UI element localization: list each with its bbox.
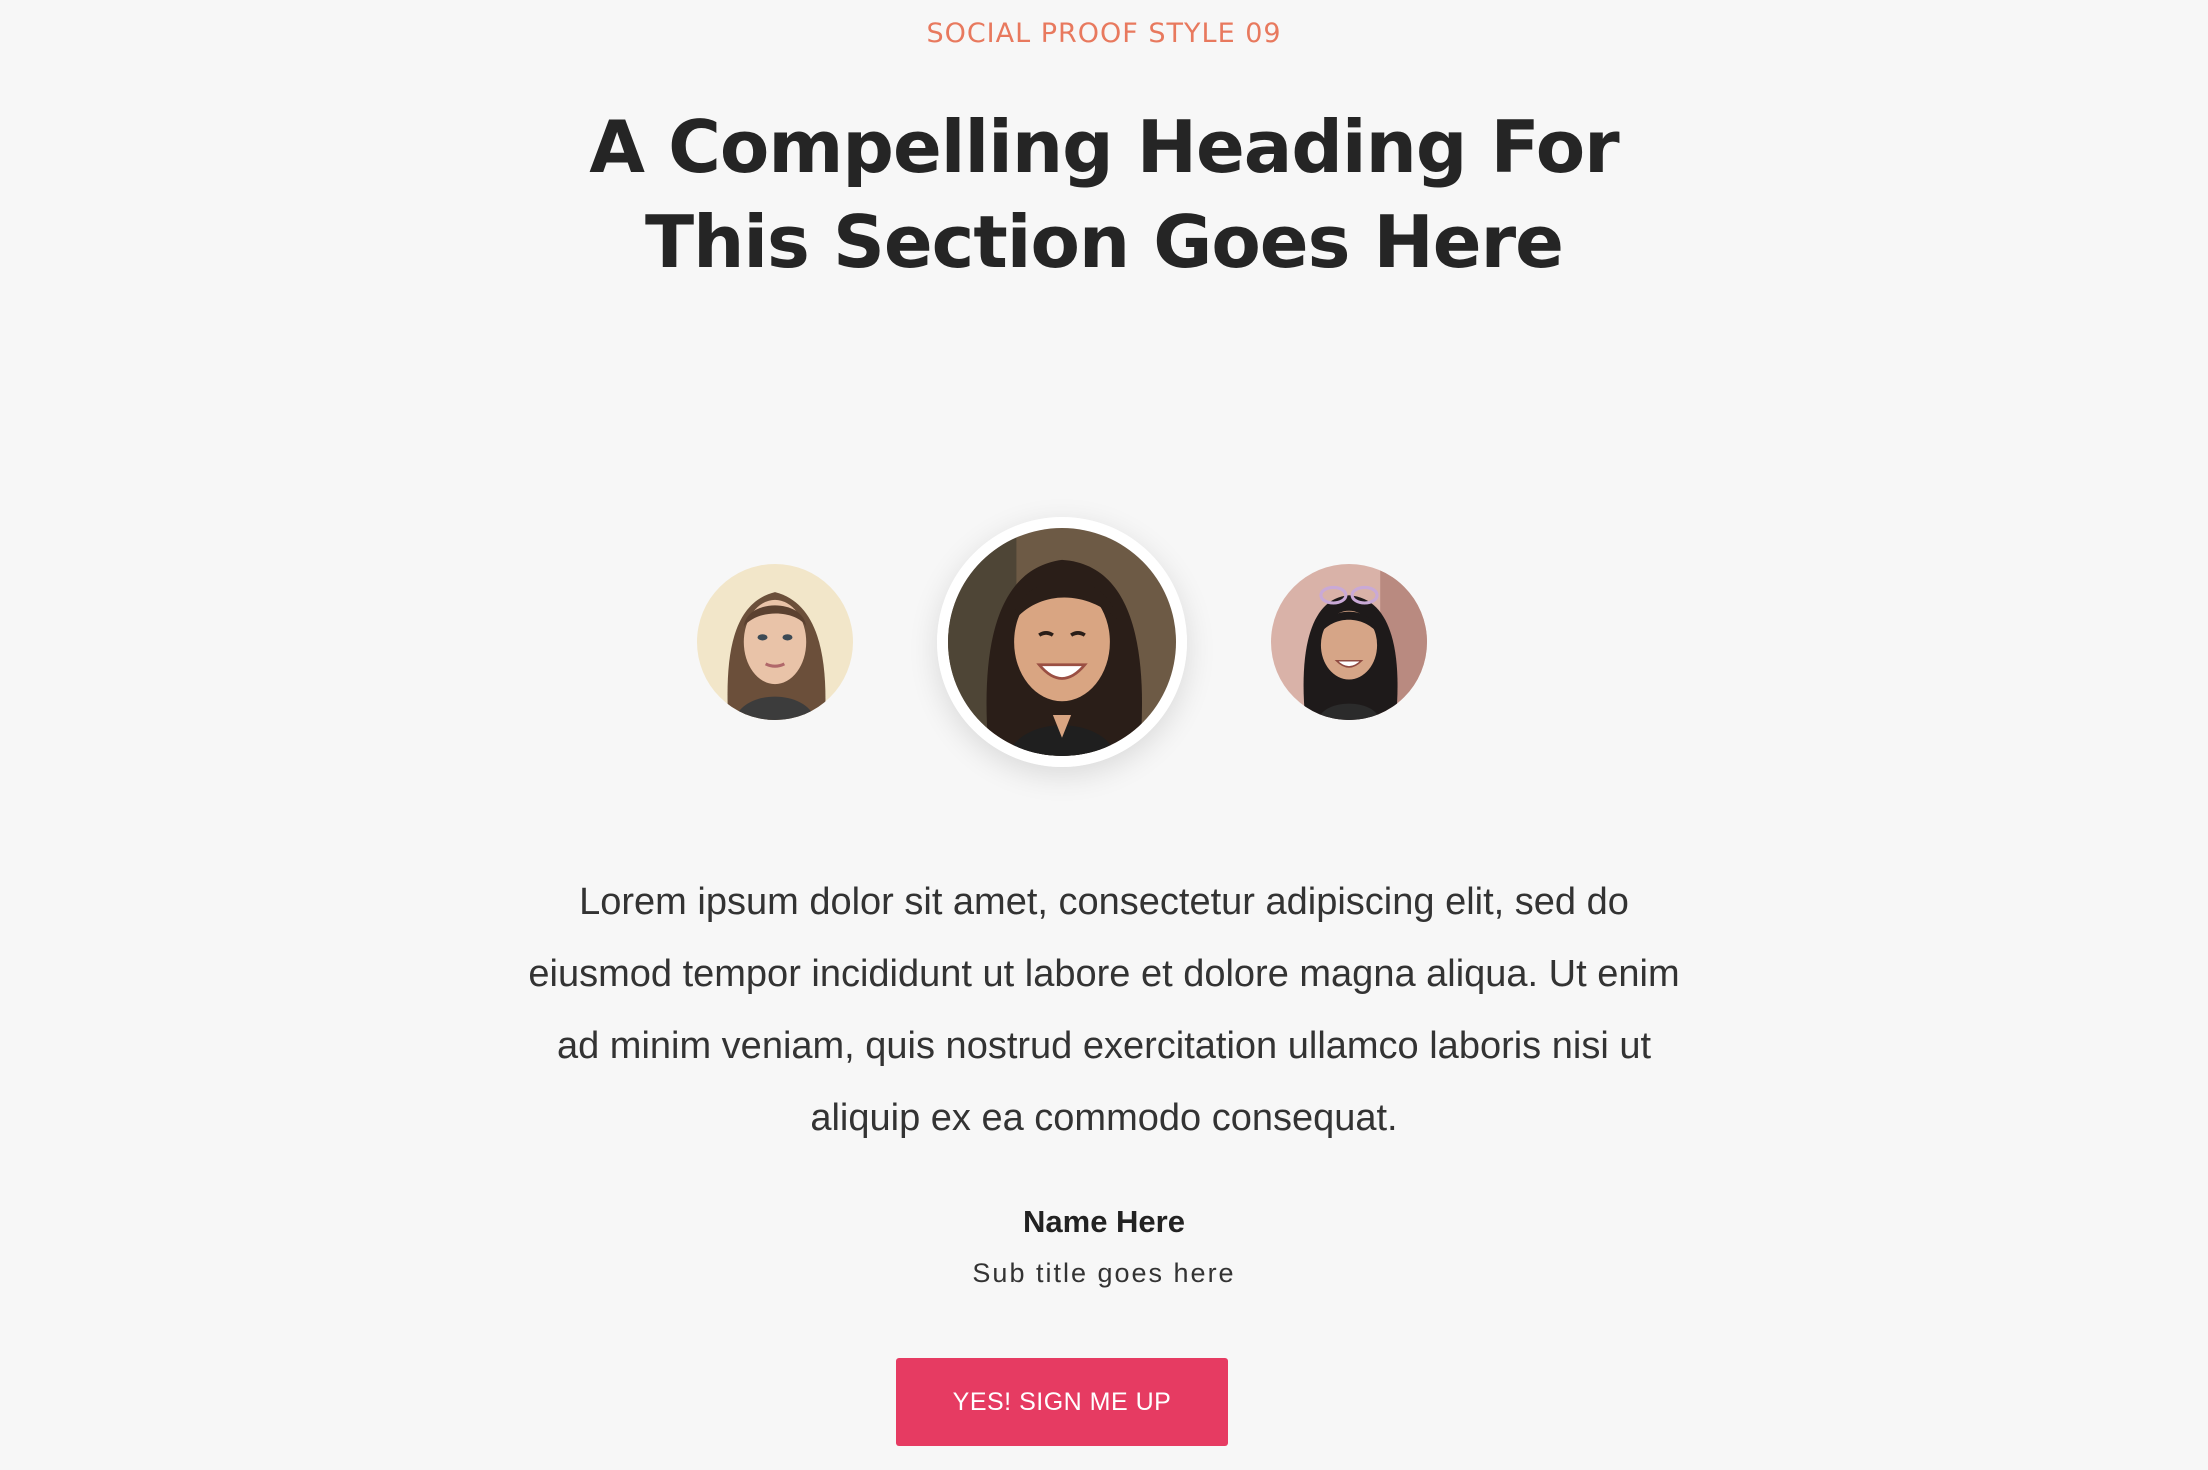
avatar-left-photo	[697, 564, 853, 720]
avatar-right-photo	[1271, 564, 1427, 720]
avatar-featured-photo	[948, 528, 1176, 756]
signup-button[interactable]: YES! SIGN ME UP	[896, 1358, 1228, 1446]
avatar-left[interactable]	[697, 564, 853, 720]
testimonial-name: Name Here	[1023, 1204, 1185, 1239]
testimonial-avatars	[0, 0, 2208, 800]
testimonial-quote: Lorem ipsum dolor sit amet, consectetur …	[528, 881, 1680, 1139]
social-proof-section: SOCIAL PROOF STYLE 09 A Compelling Headi…	[0, 0, 2208, 1470]
testimonial-subtitle: Sub title goes here	[972, 1258, 1236, 1288]
avatar-featured[interactable]	[937, 517, 1187, 767]
avatar-right[interactable]	[1271, 564, 1427, 720]
